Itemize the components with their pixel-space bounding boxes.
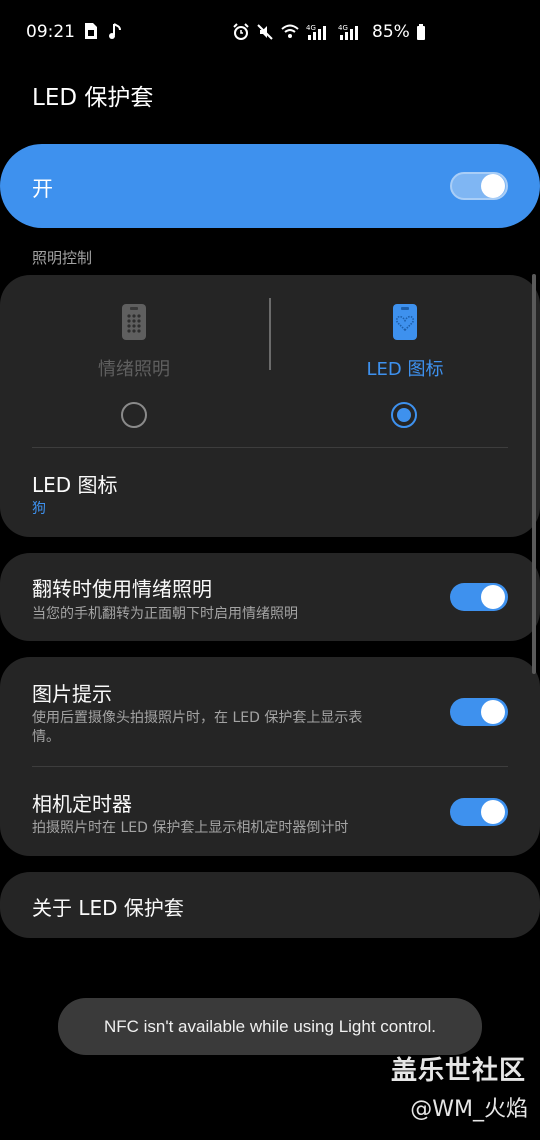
picture-tips-subtitle-line2: 情。 — [32, 729, 60, 745]
toggle-knob — [481, 585, 505, 609]
led-icon-row-value: 狗 — [32, 501, 46, 517]
radio-mood-lighting[interactable] — [121, 402, 147, 428]
about-led-cover-card[interactable]: 关于 LED 保护套 — [0, 872, 540, 938]
page-title: LED 保护套 — [32, 85, 154, 111]
4g-signal-icon: 4G — [306, 24, 326, 40]
toast-message: NFC isn't available while using Light co… — [58, 998, 482, 1055]
watermark-community: 盖乐世社区 — [390, 1056, 526, 1086]
flip-mood-lighting-subtitle: 当您的手机翻转为正面朝下时启用情绪照明 — [32, 606, 298, 622]
led-icon-row-title: LED 图标 — [32, 473, 118, 497]
divider — [32, 766, 508, 767]
master-switch-bar[interactable]: 开 — [0, 144, 540, 228]
music-note-icon — [109, 23, 121, 39]
camera-features-card: 图片提示 使用后置摄像头拍摄照片时，在 LED 保护套上显示表 情。 相机定时器… — [0, 657, 540, 856]
camera-timer-toggle[interactable] — [450, 798, 508, 826]
radio-selected-dot — [397, 408, 411, 422]
flip-mood-lighting-title: 翻转时使用情绪照明 — [32, 577, 212, 601]
camera-timer-subtitle: 拍摄照片时在 LED 保护套上显示相机定时器倒计时 — [32, 820, 349, 836]
svg-text:4G: 4G — [306, 24, 316, 32]
option-led-label: LED 图标 — [366, 359, 444, 380]
master-toggle[interactable] — [450, 172, 508, 200]
phone-cover-grid-icon — [122, 304, 146, 340]
divider — [32, 447, 508, 448]
option-mood-lighting[interactable]: 情绪照明 — [34, 303, 234, 381]
watermark-user: @WM_火焰 — [410, 1097, 528, 1122]
option-divider — [269, 298, 271, 370]
status-time: 09:21 — [26, 22, 75, 42]
picture-tips-toggle[interactable] — [450, 698, 508, 726]
phone-cover-heart-icon — [393, 304, 417, 340]
lighting-control-card: 情绪照明 LED 图标 LED 图标 狗 — [0, 275, 540, 537]
about-led-cover-label: 关于 LED 保护套 — [32, 896, 184, 920]
toggle-knob — [481, 174, 505, 198]
flip-mood-lighting-toggle[interactable] — [450, 583, 508, 611]
wifi-icon — [281, 24, 299, 38]
status-bar: 09:21 4G 4G 85% — [0, 0, 540, 66]
sim-card-icon — [85, 23, 97, 39]
toggle-knob — [481, 800, 505, 824]
alarm-icon — [233, 23, 249, 40]
lighting-control-header: 照明控制 — [32, 249, 93, 267]
4g-signal-icon: 4G — [338, 24, 358, 40]
flip-mood-lighting-card[interactable]: 翻转时使用情绪照明 当您的手机翻转为正面朝下时启用情绪照明 — [0, 553, 540, 641]
battery-icon — [416, 24, 425, 40]
picture-tips-subtitle-line1: 使用后置摄像头拍摄照片时，在 LED 保护套上显示表 — [32, 710, 363, 726]
toggle-knob — [481, 700, 505, 724]
master-switch-label: 开 — [32, 177, 53, 201]
option-led-icon[interactable]: LED 图标 — [305, 303, 505, 381]
mute-icon — [257, 24, 273, 40]
svg-text:4G: 4G — [338, 24, 348, 32]
scrollbar[interactable] — [532, 274, 536, 674]
picture-tips-title: 图片提示 — [32, 682, 112, 706]
camera-timer-title: 相机定时器 — [32, 792, 132, 816]
option-mood-label: 情绪照明 — [98, 359, 170, 380]
battery-percent: 85% — [372, 22, 410, 42]
led-cover-settings-screen: 09:21 4G 4G 85% LED 保护套 开 照明控制 情绪照明 LED … — [0, 0, 540, 1140]
radio-led-icon[interactable] — [391, 402, 417, 428]
